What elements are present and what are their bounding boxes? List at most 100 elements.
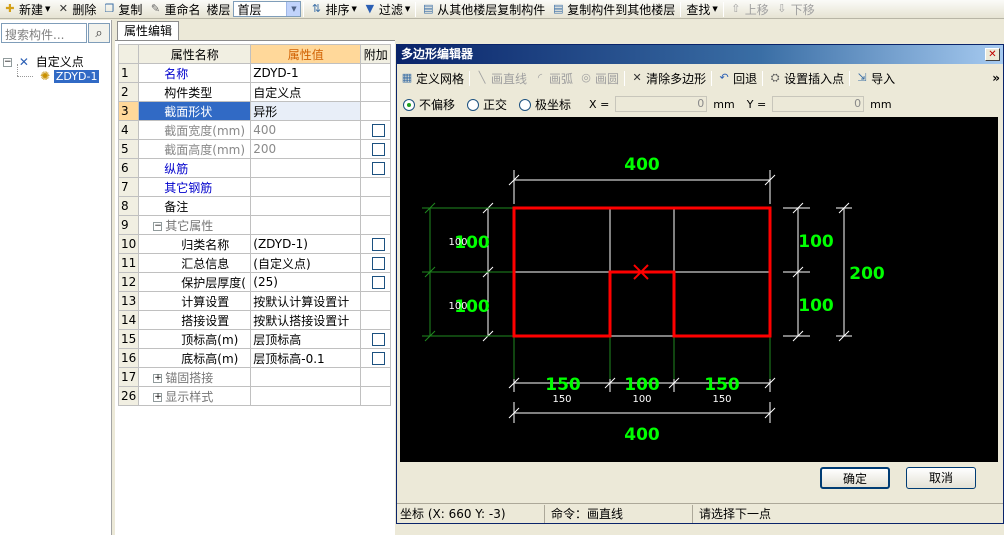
table-row[interactable]: 4 截面宽度(mm) 400 — [117, 120, 392, 140]
table-row[interactable]: 13 计算设置 按默认计算设置计 — [117, 291, 392, 311]
copy-icon: ❐ — [104, 2, 115, 15]
status-bar: 坐标 (X: 660 Y: -3) 命令：画直线 请选择下一点 — [397, 503, 1003, 523]
radio-icon — [467, 99, 480, 111]
table-row-group[interactable]: 9 − 其它属性 — [117, 215, 392, 235]
table-row[interactable]: 12 保护层厚度( (25) — [117, 272, 392, 292]
table-row[interactable]: 15 顶标高(m) 层顶标高 — [117, 329, 392, 349]
table-row[interactable]: 11 汇总信息 (自定义点) — [117, 253, 392, 273]
tree-child-item[interactable]: ✺ ZDYD-1 — [40, 69, 100, 83]
table-row[interactable]: 8 备注 — [117, 196, 392, 216]
x-coordinate-input[interactable]: 0 — [615, 96, 708, 112]
table-row[interactable]: 14 搭接设置 按默认搭接设置计 — [117, 310, 392, 330]
line-icon: ╲ — [478, 71, 486, 84]
more-tools-button[interactable]: » — [989, 70, 1003, 87]
rename-button[interactable]: ✎ 重命名 — [145, 1, 203, 18]
table-row[interactable]: 2 构件类型 自定义点 — [117, 82, 392, 102]
dropdown-arrow-icon: ▼ — [712, 5, 718, 13]
extra-checkbox[interactable] — [372, 143, 386, 156]
draw-circle-button[interactable]: ◎ 画圆 — [576, 70, 622, 87]
option-no-offset[interactable]: 不偏移 — [397, 96, 455, 113]
y-coordinate-input[interactable]: 0 — [772, 96, 865, 112]
toolbar-divider — [849, 70, 851, 86]
delete-icon: ✕ — [58, 2, 69, 15]
table-row[interactable]: 5 截面高度(mm) 200 — [117, 139, 392, 159]
search-input[interactable]: 搜索构件... — [1, 23, 87, 43]
close-button[interactable]: ✕ — [985, 48, 1000, 61]
copy-to-other-floor-button[interactable]: ▤ 复制构件到其他楼层 — [548, 1, 678, 18]
grid-label-bottom-3: 150 — [712, 394, 731, 405]
search-button[interactable]: ⌕ — [88, 23, 110, 43]
component-tree-panel: 搜索构件... ⌕ − ✕ 自定义点 ✺ ZDYD-1 — [0, 20, 112, 535]
header-corner — [117, 44, 140, 64]
expand-icon[interactable]: + — [153, 392, 163, 402]
cancel-button[interactable]: 取消 — [906, 467, 976, 489]
dim-bottom-seg-3: 150 — [704, 375, 740, 395]
tab-property-edit[interactable]: 属性编辑 — [117, 21, 180, 40]
insert-point-icon: ⛭ — [770, 71, 780, 84]
table-row-group[interactable]: 17 + 锚固搭接 — [117, 367, 392, 387]
toolbar-divider — [762, 70, 764, 86]
copy-from-other-floor-button[interactable]: ▤ 从其他楼层复制构件 — [418, 1, 548, 18]
dim-bottom-seg-1: 150 — [545, 375, 581, 395]
extra-checkbox[interactable] — [372, 162, 386, 175]
dim-bottom-total: 400 — [624, 425, 660, 445]
status-command: 命令：画直线 — [545, 504, 693, 523]
table-row[interactable]: 7 其它钢筋 — [117, 177, 392, 197]
collapse-icon[interactable]: − — [153, 221, 163, 231]
define-grid-button[interactable]: ▦ 定义网格 — [397, 70, 467, 87]
import-icon: ⇲ — [857, 71, 867, 84]
name-value[interactable]: ZDYD-1 — [250, 63, 362, 83]
grid-label-left-upper: 100 — [448, 237, 467, 248]
grid-label-bottom-2: 100 — [632, 394, 651, 405]
clear-polygon-button[interactable]: ✕ 清除多边形 — [627, 70, 709, 87]
extra-checkbox[interactable] — [372, 257, 386, 270]
toolbar-divider — [469, 70, 471, 86]
dim-right-lower: 100 — [798, 296, 834, 316]
find-button[interactable]: 查找 ▼ — [683, 1, 720, 18]
tree-root-item[interactable]: − ✕ 自定义点 — [3, 53, 84, 70]
table-row-selected[interactable]: 3 截面形状 异形 — [117, 101, 392, 121]
property-table: 属性名称 属性值 附加 1 名称 ZDYD-1 2 构件类型 自定义点 3 截面… — [117, 44, 392, 406]
draw-line-button[interactable]: ╲ 画直线 — [472, 70, 530, 87]
section-shape-value[interactable]: 异形 — [250, 101, 362, 121]
sort-button[interactable]: ⇅ 排序 ▼ — [306, 1, 359, 18]
extra-checkbox[interactable] — [372, 276, 386, 289]
extra-checkbox[interactable] — [372, 333, 386, 346]
y-label: Y = — [746, 97, 767, 111]
filter-button[interactable]: ▼ 过滤 ▼ — [360, 1, 413, 18]
option-polar[interactable]: 极坐标 — [513, 96, 571, 113]
extra-checkbox[interactable] — [372, 238, 386, 251]
x-label: X = — [589, 97, 610, 111]
extra-checkbox[interactable] — [372, 352, 386, 365]
undo-button[interactable]: ↶ 回退 — [714, 70, 760, 87]
drawing-canvas[interactable]: 400 100 100 200 100 100 150 100 150 400 … — [400, 117, 998, 462]
new-button[interactable]: ✚ 新建 ▼ — [0, 1, 53, 18]
floor-label: 楼层 — [206, 2, 231, 17]
move-up-button[interactable]: ⇧ 上移 — [726, 1, 772, 18]
toolbar-divider — [303, 1, 305, 17]
table-row[interactable]: 1 名称 ZDYD-1 — [117, 63, 392, 83]
header-property-value: 属性值 — [250, 44, 362, 64]
copy-button[interactable]: ❐ 复制 — [99, 1, 145, 18]
move-down-button[interactable]: ⇩ 下移 — [772, 1, 818, 18]
delete-button[interactable]: ✕ 删除 — [53, 1, 99, 18]
table-row[interactable]: 10 归类名称 (ZDYD-1) — [117, 234, 392, 254]
table-row-group[interactable]: 26 + 显示样式 — [117, 386, 392, 406]
extra-checkbox[interactable] — [372, 124, 386, 137]
expand-icon[interactable]: + — [153, 373, 163, 383]
tree-line — [17, 64, 18, 76]
close-icon: ✕ — [988, 49, 997, 60]
draw-arc-button[interactable]: ◜ 画弧 — [530, 70, 576, 87]
set-insert-point-button[interactable]: ⛭ 设置插入点 — [765, 70, 847, 87]
custom-point-icon: ✕ — [18, 55, 29, 69]
ok-button[interactable]: 确定 — [820, 467, 890, 489]
import-button[interactable]: ⇲ 导入 — [852, 70, 898, 87]
gear-icon: ✺ — [40, 69, 51, 83]
radio-icon — [519, 99, 532, 111]
collapse-icon[interactable]: − — [3, 58, 12, 67]
table-row[interactable]: 6 纵筋 — [117, 158, 392, 178]
floor-select[interactable]: 首层 ▼ — [233, 1, 302, 17]
table-row[interactable]: 16 底标高(m) 层顶标高-0.1 — [117, 348, 392, 368]
option-orthogonal[interactable]: 正交 — [461, 96, 507, 113]
dialog-title-bar[interactable]: 多边形编辑器 — [397, 45, 1003, 64]
